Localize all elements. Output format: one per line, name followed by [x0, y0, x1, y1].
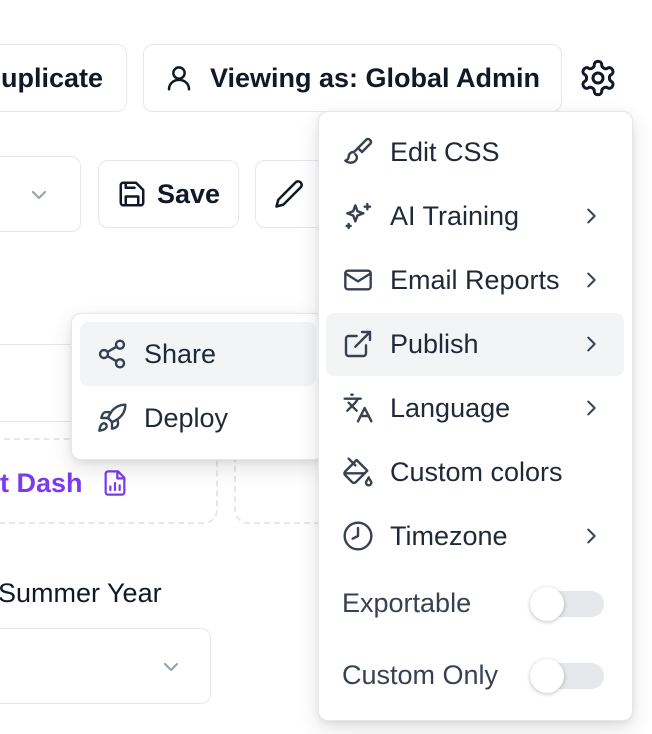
- menu-item-edit-css[interactable]: Edit CSS: [326, 121, 624, 183]
- viewing-as-button[interactable]: Viewing as: Global Admin: [143, 44, 562, 112]
- menu-item-label: Timezone: [390, 520, 508, 551]
- menu-item-label: Language: [390, 392, 511, 423]
- settings-button[interactable]: [578, 58, 618, 98]
- menu-item-custom-colors[interactable]: Custom colors: [326, 441, 624, 503]
- file-chart-icon: [104, 470, 125, 496]
- user-icon: [167, 66, 191, 91]
- toggle-knob: [530, 587, 564, 621]
- custom-only-toggle[interactable]: [530, 659, 604, 693]
- pencil-icon: [275, 180, 303, 208]
- paintbrush-icon: [344, 137, 373, 164]
- publish-submenu: Share Deploy: [71, 313, 324, 460]
- rocket-icon: [98, 403, 127, 432]
- mail-icon: [344, 269, 372, 291]
- menu-item-label: Custom colors: [390, 456, 563, 487]
- toggle-label: Custom Only: [342, 660, 499, 690]
- field-label: Summer Year: [0, 578, 162, 608]
- sparkles-icon: [345, 202, 372, 230]
- menu-item-email-reports[interactable]: Email Reports: [326, 249, 624, 311]
- external-link-icon: [344, 330, 372, 358]
- menu-item-label: AI Training: [390, 200, 520, 231]
- chevron-right-icon: [587, 528, 596, 544]
- chevron-right-icon: [587, 208, 596, 224]
- menu-item-timezone[interactable]: Timezone: [326, 505, 624, 567]
- submenu-item-deploy[interactable]: Deploy: [80, 386, 316, 450]
- chevron-right-icon: [587, 400, 596, 416]
- languages-icon: [343, 393, 373, 423]
- viewing-as-label: Viewing as: Global Admin: [210, 62, 541, 93]
- menu-item-language[interactable]: Language: [326, 377, 624, 439]
- exportable-toggle[interactable]: [530, 587, 604, 621]
- save-button-label: Save: [157, 178, 221, 209]
- dashboard-link[interactable]: t Dash: [0, 466, 129, 500]
- summer-year-select[interactable]: [0, 628, 211, 704]
- chevron-down-icon: [163, 662, 179, 672]
- submenu-item-share[interactable]: Share: [80, 322, 316, 386]
- submenu-item-label: Deploy: [144, 402, 229, 433]
- clock-icon: [343, 521, 373, 551]
- menu-item-label: Edit CSS: [390, 136, 500, 167]
- toggle-label: Exportable: [342, 588, 472, 618]
- menu-item-label: Email Reports: [390, 264, 560, 295]
- chevron-right-icon: [587, 272, 596, 288]
- save-icon: [119, 181, 145, 207]
- toggle-row-exportable: Exportable: [342, 586, 604, 622]
- view-select[interactable]: [0, 156, 81, 232]
- dashboard-link-label: t Dash: [0, 467, 83, 498]
- save-button[interactable]: Save: [98, 160, 239, 228]
- share-icon: [98, 339, 126, 369]
- menu-item-label: Publish: [390, 329, 479, 359]
- duplicate-button-label: uplicate: [1, 62, 104, 93]
- menu-item-publish[interactable]: Publish: [326, 313, 624, 376]
- submenu-item-label: Share: [144, 338, 217, 369]
- chevron-down-icon: [31, 190, 47, 200]
- menu-item-ai-training[interactable]: AI Training: [326, 185, 624, 247]
- gear-icon: [581, 59, 615, 97]
- paint-bucket-icon: [343, 457, 373, 487]
- toggle-row-custom-only: Custom Only: [342, 658, 604, 694]
- chevron-right-icon: [587, 336, 596, 352]
- duplicate-button[interactable]: uplicate: [0, 44, 127, 112]
- toggle-knob: [530, 659, 564, 693]
